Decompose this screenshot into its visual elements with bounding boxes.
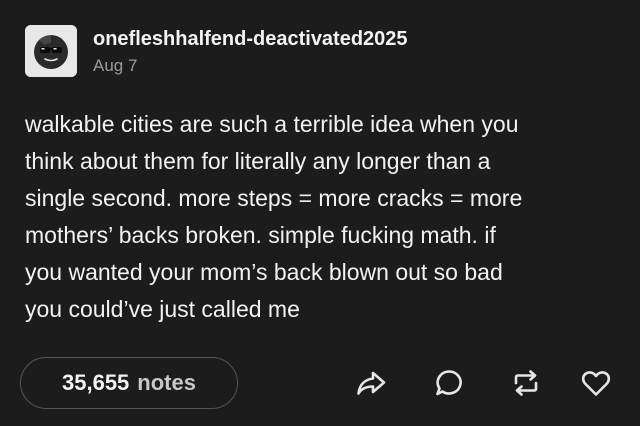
notes-label: notes [137,370,196,395]
post-date: Aug 7 [93,56,138,75]
post-actions [350,362,620,404]
sunglasses-face-icon [25,25,77,77]
avatar[interactable] [25,25,77,77]
reply-button[interactable] [428,362,470,404]
heart-icon [581,371,611,396]
share-icon [357,371,386,395]
post-body-line: single second. more steps = more cracks … [25,185,523,211]
notes-button[interactable]: 35,655 notes [20,357,238,409]
reblog-button[interactable] [505,362,547,404]
post-body-line: you could’ve just called me [25,296,300,322]
post-body-line: think about them for literally any longe… [25,148,491,174]
notes-count: 35,655 [62,370,130,395]
reblog-icon [514,370,538,396]
post-body-line: you wanted your mom’s back blown out so … [25,259,503,285]
like-button[interactable] [575,362,617,404]
post-body-line: walkable cities are such a terrible idea… [25,111,519,137]
username[interactable]: onefleshhalfend-deactivated2025 [93,28,408,51]
reply-icon [436,370,462,396]
post-card: onefleshhalfend-deactivated2025 Aug 7 wa… [0,0,640,426]
post-body: walkable cities are such a terrible idea… [25,106,625,328]
share-button[interactable] [350,362,392,404]
post-body-line: mothers’ backs broken. simple fucking ma… [25,222,496,248]
